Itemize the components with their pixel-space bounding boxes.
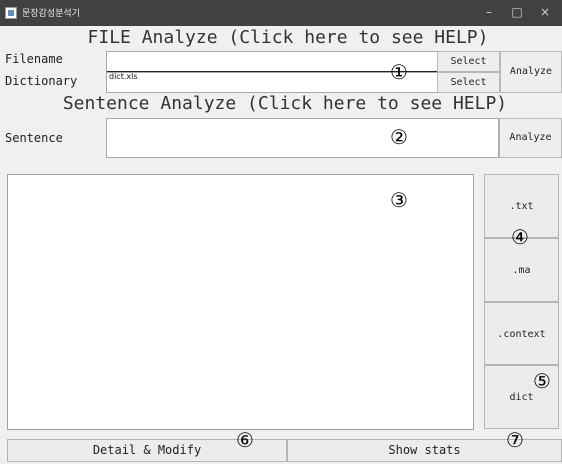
file-analyze-button[interactable]: Analyze <box>500 51 562 93</box>
annotation-3: ③ <box>390 188 408 212</box>
annotation-2: ② <box>390 125 408 149</box>
app-icon <box>5 7 17 19</box>
annotation-6: ⑥ <box>236 428 254 452</box>
sentence-label: Sentence <box>5 131 63 145</box>
annotation-1: ① <box>390 60 408 84</box>
filename-label: Filename <box>5 52 63 66</box>
sentence-input[interactable] <box>106 118 499 158</box>
dictionary-value: dict.xls <box>109 72 138 81</box>
context-button[interactable]: .context <box>484 302 559 365</box>
dictionary-input[interactable]: dict.xls <box>106 72 438 93</box>
window-title: 문장감성분석기 <box>22 9 80 19</box>
sentence-analyze-header[interactable]: Sentence Analyze (Click here to see HELP… <box>0 93 562 114</box>
annotation-7: ⑦ <box>506 428 524 452</box>
filename-select-button[interactable]: Select <box>437 51 500 72</box>
result-textarea[interactable] <box>7 174 474 430</box>
annotation-4: ④ <box>511 225 529 249</box>
dictionary-select-button[interactable]: Select <box>437 72 500 93</box>
maximize-button[interactable]: □ <box>503 3 531 21</box>
file-analyze-header[interactable]: FILE Analyze (Click here to see HELP) <box>0 27 562 48</box>
sentence-analyze-button[interactable]: Analyze <box>499 118 562 158</box>
close-button[interactable]: × <box>531 3 559 21</box>
annotation-5: ⑤ <box>533 369 551 393</box>
dictionary-label: Dictionary <box>5 74 78 88</box>
minimize-button[interactable]: – <box>475 3 503 21</box>
filename-input[interactable] <box>106 51 438 72</box>
